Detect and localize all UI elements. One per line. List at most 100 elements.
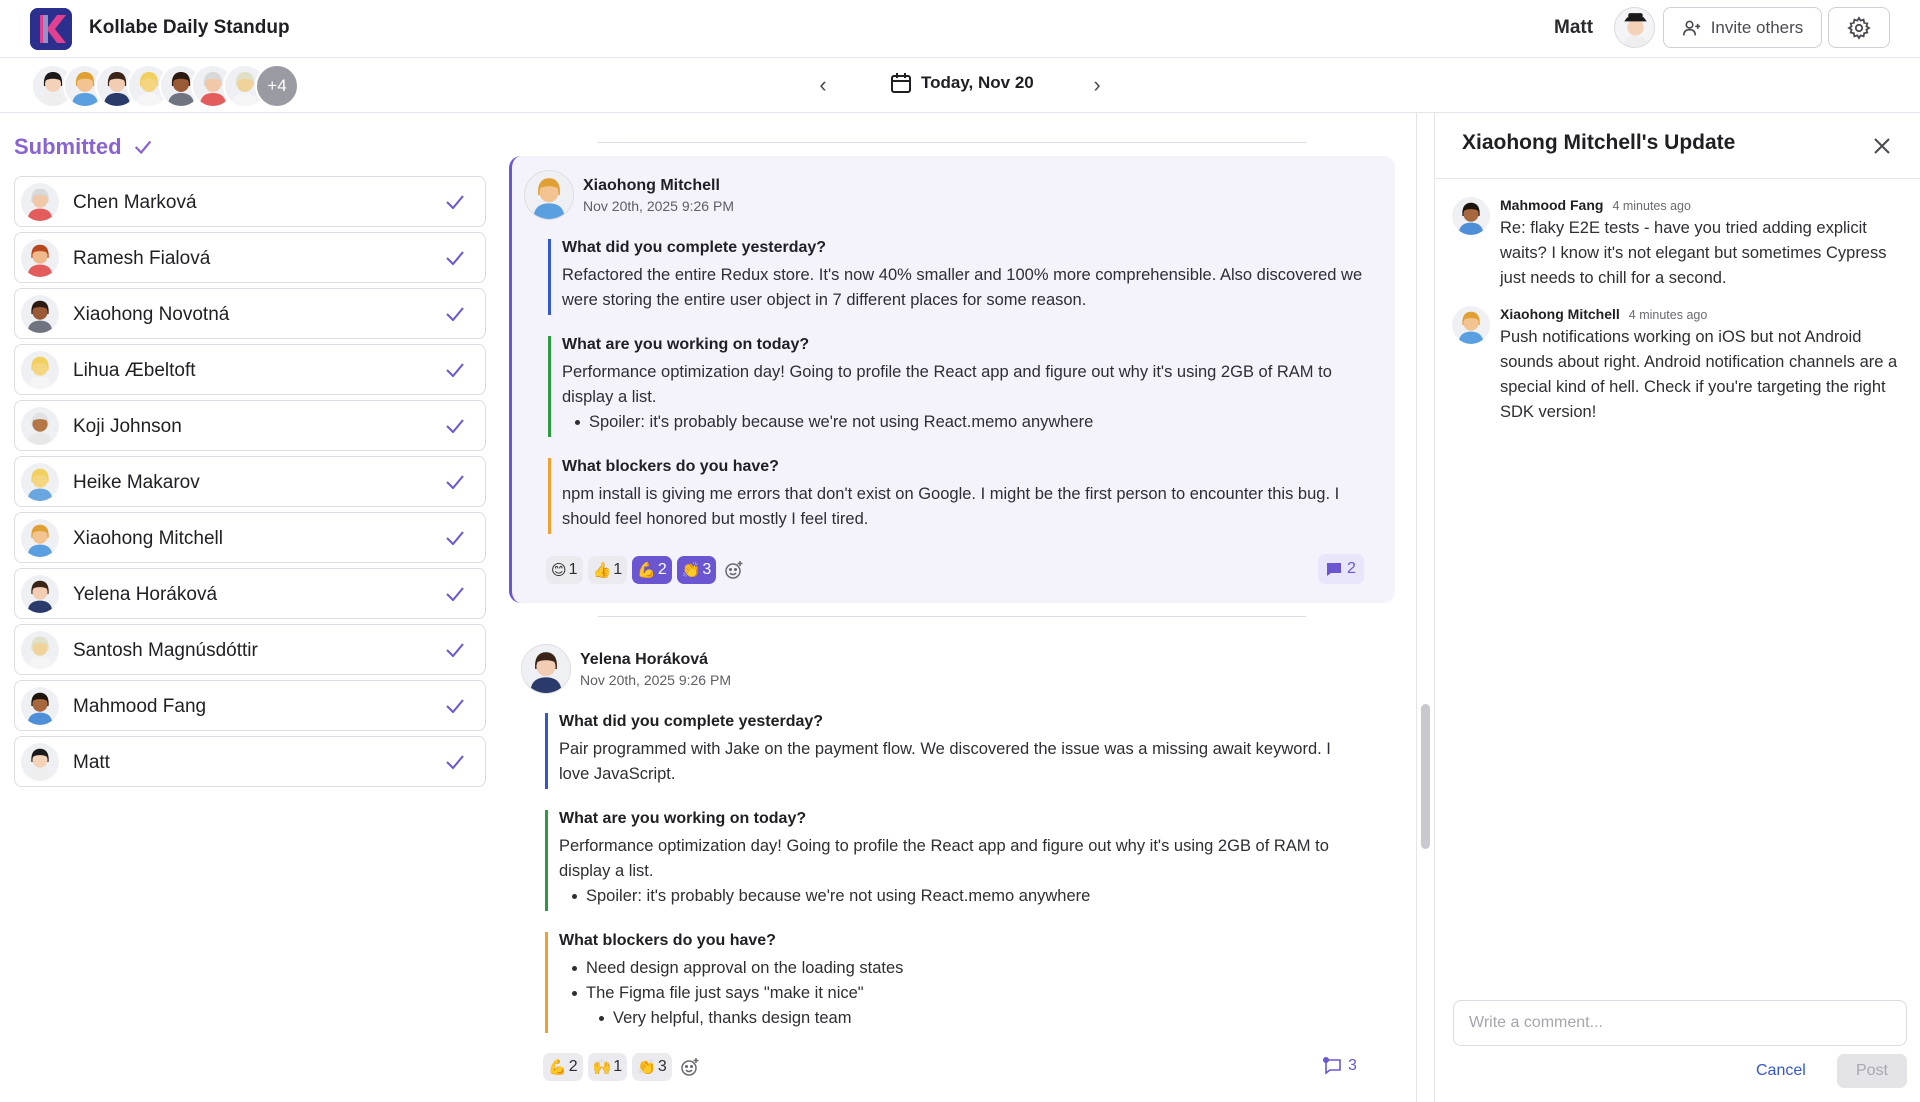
check-icon <box>446 251 464 266</box>
member-name: Chen Marková <box>73 192 197 213</box>
member-avatar <box>21 183 59 221</box>
member-row[interactable]: Heike Makarov <box>14 456 486 507</box>
previous-day-button[interactable]: ‹ <box>810 72 836 98</box>
comments-button[interactable]: 2 <box>1318 554 1364 584</box>
comment-item: Xiaohong Mitchell 4 minutes ago Push not… <box>1452 306 1897 431</box>
question-today: What are you working on today? <box>562 336 810 353</box>
blockers-section: What blockers do you have? npm install i… <box>548 458 1368 534</box>
comment-count: 2 <box>1347 560 1356 577</box>
submitted-title: Submitted <box>14 134 122 159</box>
comment-avatar <box>1452 306 1490 344</box>
panel-separator <box>1435 178 1920 179</box>
comment-avatar <box>1452 197 1490 235</box>
question-blockers: What blockers do you have? <box>562 458 779 475</box>
standup-card-active[interactable]: Xiaohong Mitchell Nov 20th, 2025 9:26 PM… <box>509 156 1395 603</box>
reaction-count: 2 <box>657 561 667 578</box>
add-reaction-button[interactable] <box>677 1054 703 1080</box>
standup-feed: Xiaohong Mitchell Nov 20th, 2025 9:26 PM… <box>500 113 1410 1102</box>
reaction-emoji: 💪 <box>548 1058 567 1076</box>
feed-scrollbar[interactable] <box>1421 704 1430 849</box>
check-icon <box>446 419 464 434</box>
member-avatar <box>21 351 59 389</box>
feed-divider <box>598 616 1306 617</box>
post-button[interactable]: Post <box>1837 1054 1907 1088</box>
reaction-chip[interactable]: 👍 1 <box>587 556 628 584</box>
current-user-avatar[interactable] <box>1614 7 1655 48</box>
next-day-button[interactable]: › <box>1084 72 1110 98</box>
check-icon <box>446 195 464 210</box>
reaction-emoji: 💪 <box>637 561 656 579</box>
member-name: Xiaohong Novotná <box>73 304 230 325</box>
completed-yesterday-section: What did you complete yesterday? Pair pr… <box>545 713 1365 789</box>
reaction-count: 1 <box>613 561 623 578</box>
more-participants-badge[interactable]: +4 <box>255 64 299 108</box>
post-time: Nov 20th, 2025 9:26 PM <box>580 672 731 688</box>
reaction-chip[interactable]: 🙌 1 <box>587 1053 628 1081</box>
gear-icon <box>1847 15 1871 40</box>
member-name: Yelena Horáková <box>73 584 218 605</box>
current-user-name: Matt <box>1554 17 1594 38</box>
panel-title: Xiaohong Mitchell's Update <box>1462 131 1736 154</box>
comment-author: Mahmood Fang <box>1500 197 1604 213</box>
standup-card[interactable]: Yelena Horáková Nov 20th, 2025 9:26 PM W… <box>509 630 1395 1102</box>
check-icon <box>446 755 464 770</box>
calendar-icon <box>891 73 911 93</box>
close-icon <box>1874 138 1890 154</box>
comment-input[interactable] <box>1453 1000 1907 1046</box>
blocker-bullet: Need design approval on the loading stat… <box>559 956 1365 981</box>
comments-button[interactable]: 3 <box>1315 1051 1365 1081</box>
comment-icon <box>1327 562 1341 576</box>
member-name: Lihua Æbeltoft <box>73 360 196 381</box>
reaction-chip[interactable]: 👏 3 <box>676 556 717 584</box>
feed-scroll-track <box>1416 113 1417 1102</box>
post-author: Yelena Horáková <box>580 651 709 668</box>
reaction-chip[interactable]: 👏 3 <box>632 1053 672 1081</box>
answer-today: Performance optimization day! Going to p… <box>562 363 1332 406</box>
member-row[interactable]: Yelena Horáková <box>14 568 486 619</box>
member-row[interactable]: Koji Johnson <box>14 400 486 451</box>
member-row[interactable]: Chen Marková <box>14 176 486 227</box>
answer-today: Performance optimization day! Going to p… <box>559 837 1329 880</box>
settings-button[interactable] <box>1828 7 1890 48</box>
member-row[interactable]: Xiaohong Mitchell <box>14 512 486 563</box>
date-picker[interactable]: Today, Nov 20 <box>890 72 1034 94</box>
reaction-bar: 💪 2 🙌 1 👏 3 <box>543 1053 703 1081</box>
comment-time: 4 minutes ago <box>1628 308 1708 322</box>
member-row[interactable]: Santosh Magnúsdóttir <box>14 624 486 675</box>
member-row[interactable]: Lihua Æbeltoft <box>14 344 486 395</box>
reaction-emoji: 👏 <box>681 561 701 579</box>
reaction-chip[interactable]: 😊 1 <box>546 556 583 584</box>
check-icon <box>134 140 151 155</box>
reaction-emoji: 👍 <box>592 561 612 579</box>
reaction-chip[interactable]: 💪 2 <box>632 556 672 584</box>
date-navigator: ‹ Today, Nov 20 › <box>810 70 1110 100</box>
participants-bar: +4 ‹ Today, Nov 20 › <box>0 58 1920 113</box>
question-yesterday: What did you complete yesterday? <box>562 239 827 256</box>
app-header: Kollabe Daily Standup Matt Invite others <box>0 0 1920 58</box>
working-today-section: What are you working on today? Performan… <box>548 336 1368 437</box>
member-row[interactable]: Xiaohong Novotná <box>14 288 486 339</box>
close-panel-button[interactable] <box>1868 132 1896 160</box>
comment-unread-icon <box>1323 1057 1341 1075</box>
kollabe-logo[interactable] <box>30 8 72 50</box>
invite-others-button[interactable]: Invite others <box>1663 7 1822 48</box>
check-icon <box>446 307 464 322</box>
member-row[interactable]: Mahmood Fang <box>14 680 486 731</box>
question-blockers: What blockers do you have? <box>559 932 776 949</box>
cancel-button[interactable]: Cancel <box>1756 1054 1806 1088</box>
question-today: What are you working on today? <box>559 810 807 827</box>
member-name: Heike Makarov <box>73 472 200 493</box>
smiley-add-icon <box>725 561 743 579</box>
reaction-chip[interactable]: 💪 2 <box>543 1053 583 1081</box>
member-row[interactable]: Matt <box>14 736 486 787</box>
member-name: Xiaohong Mitchell <box>73 528 223 549</box>
reaction-bar: 😊 1 👍 1 💪 2 👏 3 <box>546 556 747 584</box>
completed-yesterday-section: What did you complete yesterday? Refacto… <box>548 239 1368 315</box>
add-reaction-button[interactable] <box>721 557 747 583</box>
check-icon <box>446 699 464 714</box>
answer-bullet: Spoiler: it's probably because we're not… <box>559 884 1365 909</box>
member-avatar <box>21 687 59 725</box>
member-name: Ramesh Fialová <box>73 248 211 269</box>
member-row[interactable]: Ramesh Fialová <box>14 232 486 283</box>
comment-count: 3 <box>1348 1057 1357 1074</box>
